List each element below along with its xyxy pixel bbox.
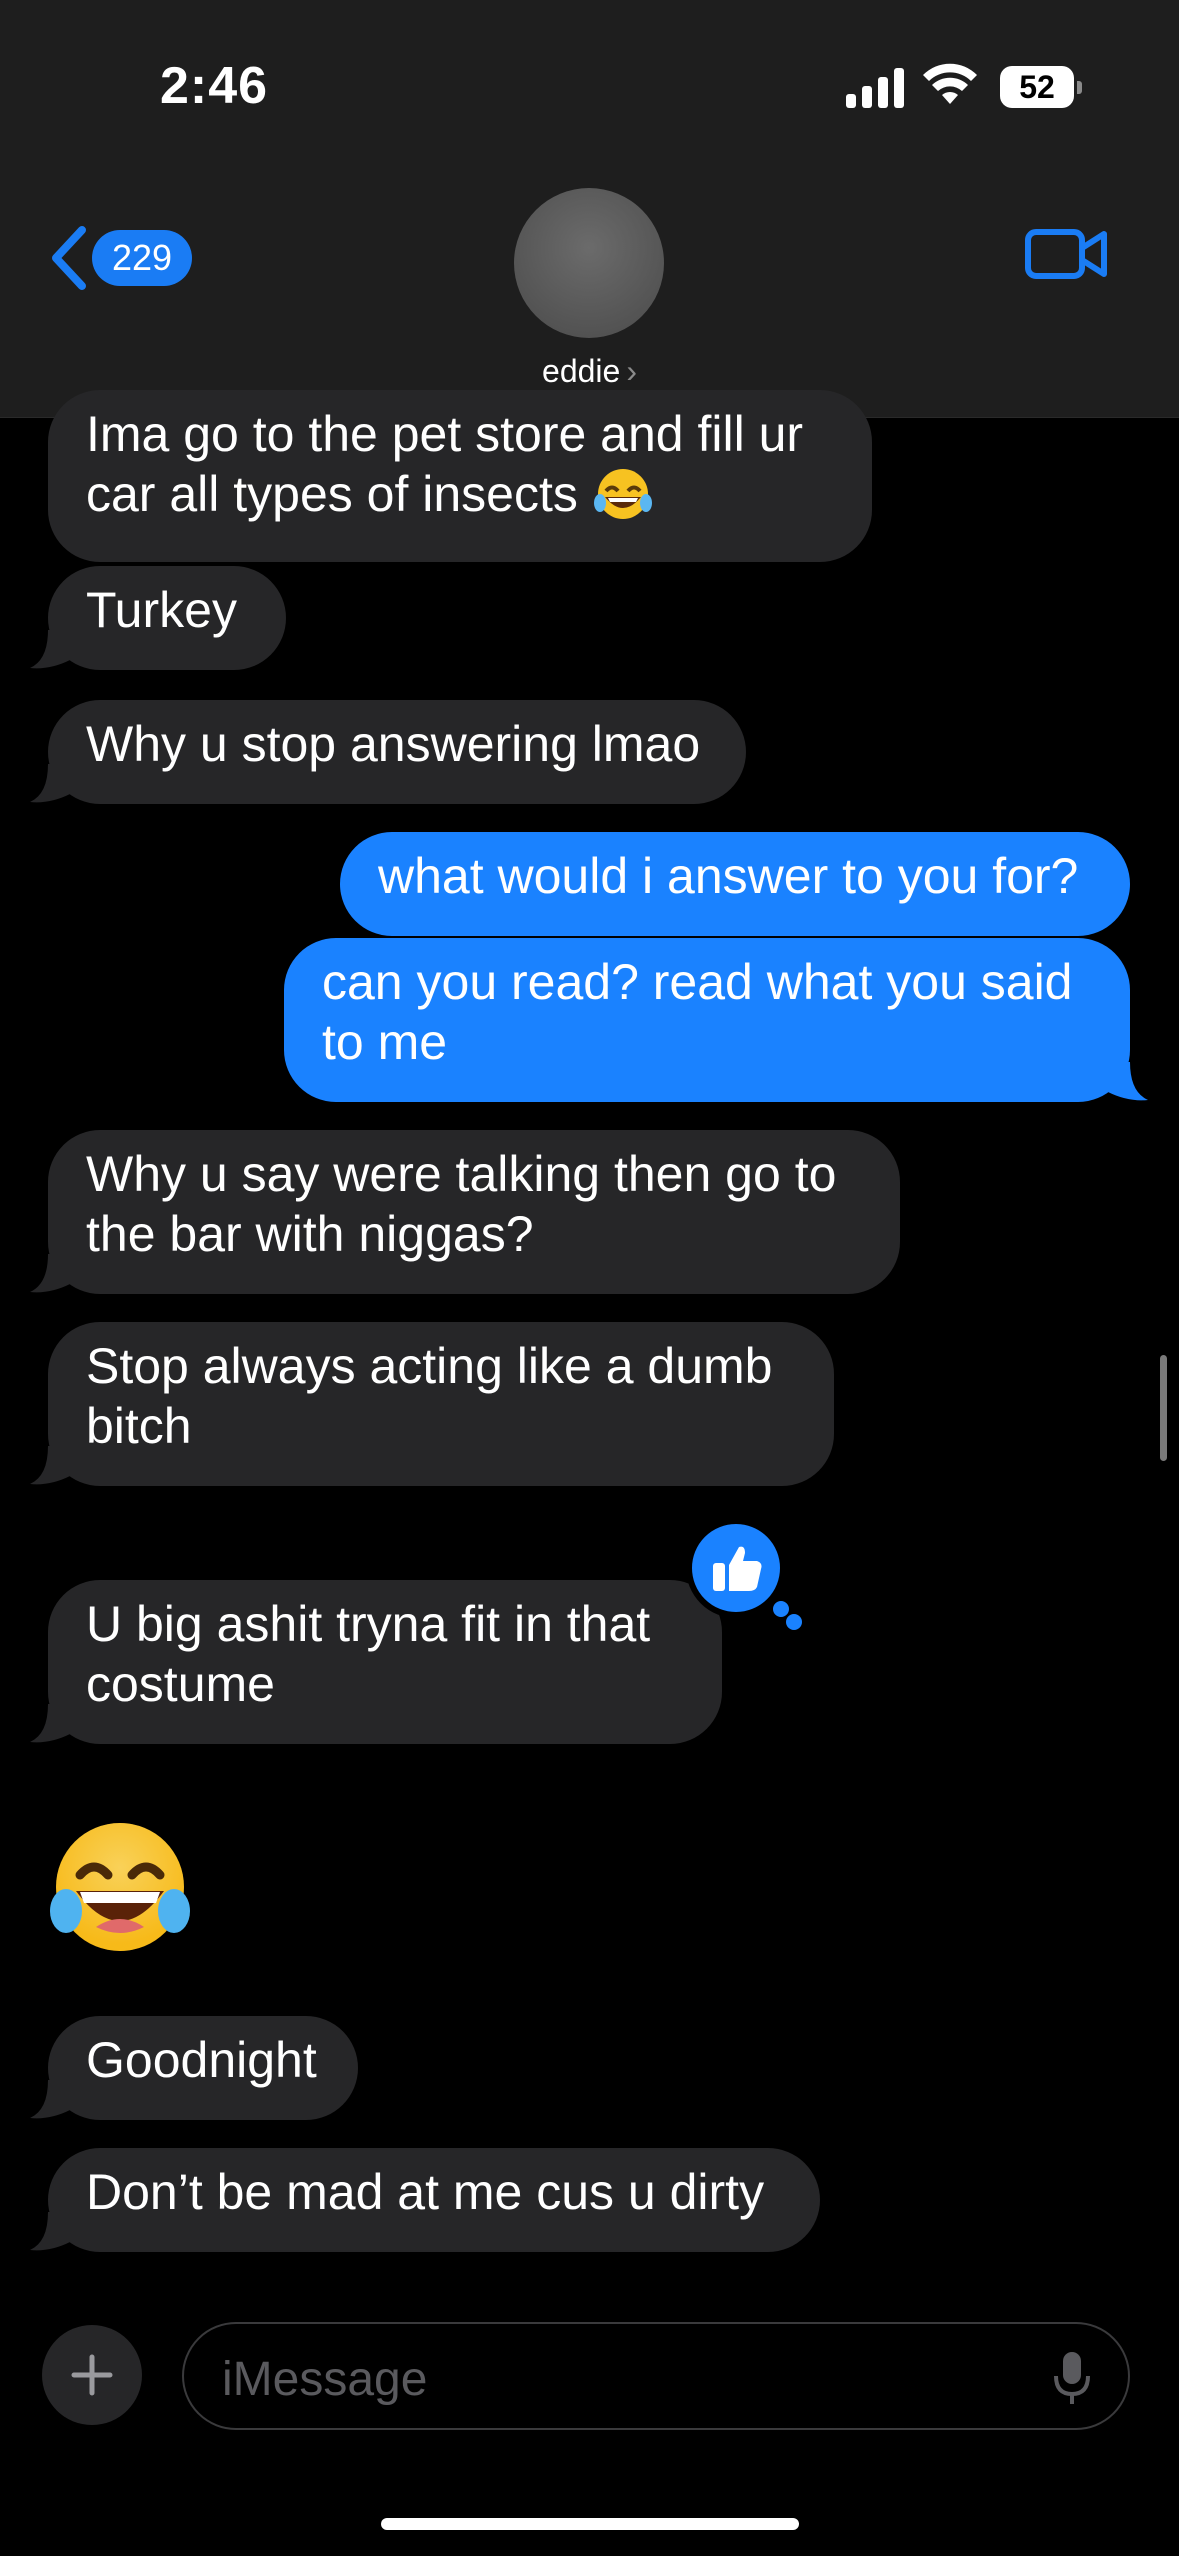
imessage-input[interactable]: iMessage [182,2322,1130,2430]
thumbs-up-icon [713,1546,762,1591]
message-text: Stop always acting like a dumb [86,1338,773,1394]
message-bubble-incoming[interactable]: Don’t be mad at me cus u dirty [48,2148,820,2252]
message-text: to me [322,1014,448,1070]
message-bubble-incoming[interactable]: Why u stop answering lmao [48,700,746,804]
bubble-tail [30,1446,70,1485]
battery-indicator: 52 [1000,66,1082,108]
message-text: what would i answer to you for? [378,848,1079,904]
microphone-icon[interactable] [1052,2350,1092,2406]
contact-chevron-icon: › [626,353,637,389]
scroll-indicator[interactable] [1160,1355,1167,1461]
bubble-tail [30,1704,70,1743]
laughing-emoji-icon [593,469,652,519]
bubble-tail [30,764,70,803]
message-text: Why u say were talking then go to [86,1146,837,1202]
message-bubble-incoming[interactable]: Why u say were talking then go to the ba… [48,1130,900,1294]
message-bubble-incoming[interactable]: Ima go to the pet store and fill ur car … [48,390,872,562]
message-bubble-incoming[interactable]: Goodnight [48,2016,358,2120]
contact-name[interactable]: eddie › [0,353,1179,390]
bubble-tail [30,1254,70,1293]
message-text: costume [86,1656,275,1712]
message-bubble-incoming[interactable]: Turkey [48,566,286,670]
message-text: Ima go to the pet store and fill ur [86,406,804,462]
message-text: Turkey [86,582,237,638]
conversation-header: 2:46 52 229 eddie › [0,0,1179,418]
message-text: car all types of insects [86,464,834,524]
apps-plus-button[interactable] [42,2325,142,2425]
message-bubble-incoming[interactable]: Stop always acting like a dumb bitch [48,1322,834,1486]
input-placeholder: iMessage [222,2353,428,2406]
tapback-bubble-dot [786,1614,802,1630]
bubble-tail [30,2080,70,2119]
unread-count-badge[interactable]: 229 [92,230,192,286]
message-text: bitch [86,1398,192,1454]
message-text: Why u stop answering lmao [86,716,701,772]
facetime-video-icon[interactable] [1024,224,1108,284]
back-chevron-icon[interactable] [48,226,88,290]
message-text: U big ashit tryna fit in that [86,1596,651,1652]
message-text: the bar with niggas? [86,1206,534,1262]
plus-icon [71,2354,113,2396]
message-bubble-outgoing[interactable]: can you read? read what you said to me [284,938,1130,1102]
bubble-tail [30,630,70,669]
status-time: 2:46 [160,57,269,115]
laughing-emoji-icon[interactable] [48,1815,192,1959]
message-text: Don’t be mad at me cus u dirty [86,2164,765,2220]
message-text: Goodnight [86,2032,317,2088]
contact-avatar[interactable] [514,188,664,338]
cellular-signal-icon [846,68,904,108]
message-bubble-outgoing[interactable]: what would i answer to you for? [340,832,1130,936]
home-indicator[interactable] [381,2518,799,2530]
message-bubble-incoming[interactable]: U big ashit tryna fit in that costume [48,1580,722,1744]
message-text: can you read? read what you said [322,954,1073,1010]
bubble-tail [30,2212,70,2251]
bubble-tail [1108,1062,1148,1101]
wifi-icon [923,63,977,104]
contact-name-text[interactable]: eddie [542,353,620,389]
